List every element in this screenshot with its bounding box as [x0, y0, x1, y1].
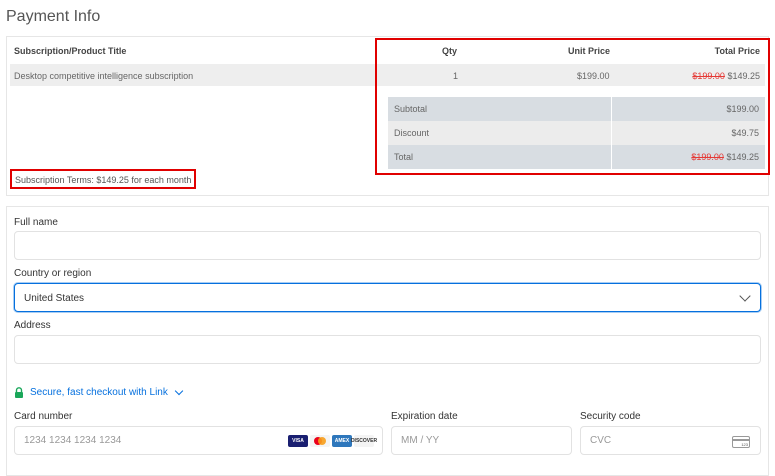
security-code-placeholder: CVC: [590, 435, 612, 446]
mastercard-icon: [310, 435, 330, 447]
full-name-input[interactable]: [14, 231, 761, 260]
country-label: Country or region: [14, 268, 92, 279]
card-brands: VISA AMEX DISCOVER: [288, 435, 377, 447]
card-number-label: Card number: [14, 411, 73, 422]
address-input[interactable]: [14, 335, 761, 364]
card-number-input[interactable]: 1234 1234 1234 1234 VISA AMEX DISCOVER: [14, 426, 383, 455]
header-title: Subscription/Product Title: [14, 46, 127, 56]
country-select[interactable]: United States: [14, 283, 761, 312]
security-code-label: Security code: [580, 411, 641, 422]
country-value: United States: [24, 293, 85, 304]
pricing-highlight: [375, 38, 770, 175]
security-code-input[interactable]: CVC 123: [580, 426, 761, 455]
cvc-card-icon: 123: [732, 436, 750, 448]
item-title: Desktop competitive intelligence subscri…: [14, 71, 194, 81]
expiration-placeholder: MM / YY: [401, 435, 440, 446]
card-number-placeholder: 1234 1234 1234 1234: [24, 435, 122, 446]
link-checkout-toggle[interactable]: Secure, fast checkout with Link: [30, 387, 168, 398]
address-label: Address: [14, 320, 51, 331]
chevron-down-icon: [739, 290, 751, 302]
visa-icon: VISA: [288, 435, 308, 447]
subscription-terms: Subscription Terms: $149.25 for each mon…: [15, 175, 192, 185]
page-title: Payment Info: [6, 8, 101, 25]
expiration-label: Expiration date: [391, 411, 458, 422]
lock-icon: [15, 387, 23, 398]
discover-icon: DISCOVER: [351, 435, 377, 447]
full-name-label: Full name: [14, 217, 58, 228]
amex-icon: AMEX: [332, 435, 352, 447]
expiration-input[interactable]: MM / YY: [391, 426, 572, 455]
